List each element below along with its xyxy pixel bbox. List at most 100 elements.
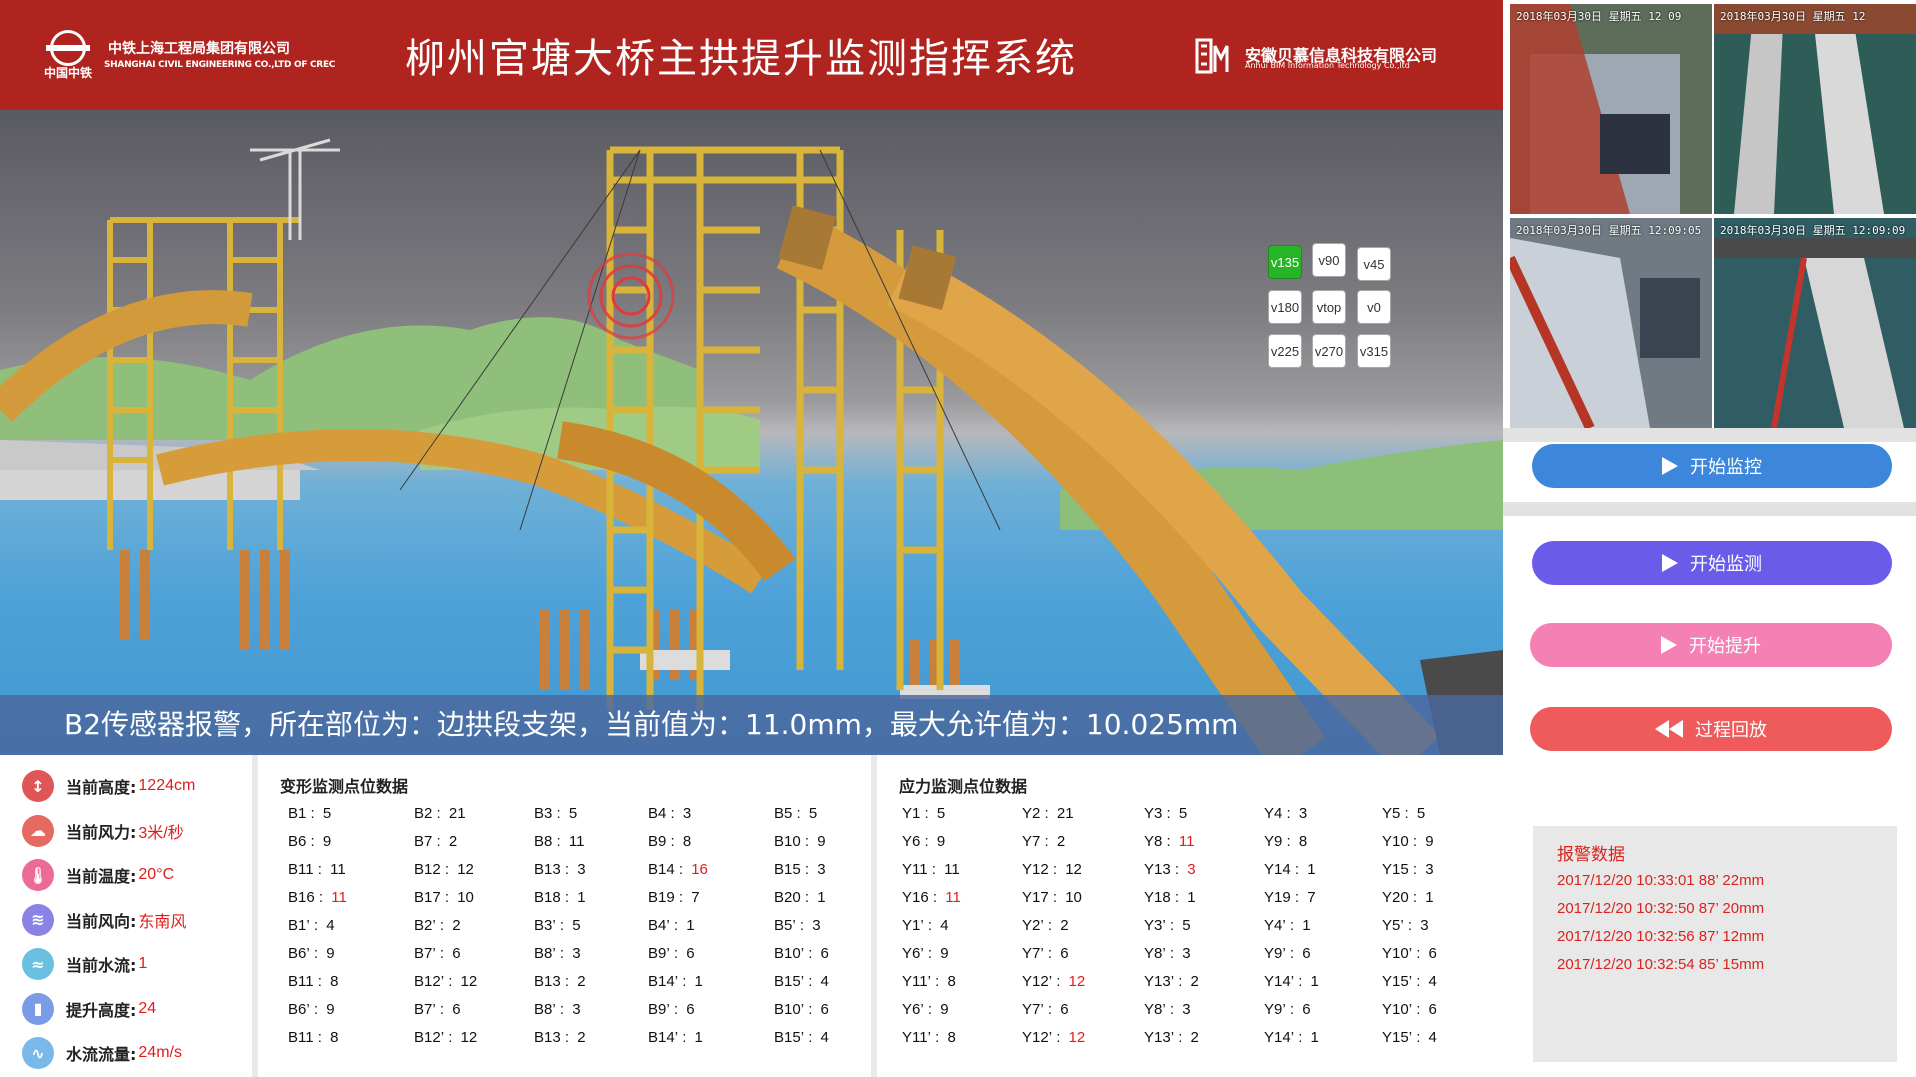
deformation-point: B12’ : 12 bbox=[414, 1029, 478, 1046]
alarm-marker-icon[interactable] bbox=[585, 250, 677, 342]
divider bbox=[1503, 502, 1916, 516]
point-name: Y5 bbox=[1382, 805, 1401, 822]
camera-image bbox=[1510, 4, 1712, 214]
point-value: 9 bbox=[1425, 833, 1434, 850]
point-value: 2 bbox=[1060, 917, 1069, 934]
point-value: 21 bbox=[1056, 805, 1074, 822]
start-monitoring-button[interactable]: 开始监测 bbox=[1532, 541, 1892, 585]
deformation-point: B13 : 2 bbox=[534, 973, 586, 990]
point-name: Y14’ bbox=[1264, 1029, 1295, 1046]
stress-point: Y5 : 5 bbox=[1382, 805, 1426, 822]
camera-feed[interactable]: 2018年03月30日 星期五 12:09:09 bbox=[1714, 218, 1916, 428]
point-value: 11 bbox=[331, 889, 347, 906]
camera-feed[interactable]: 2018年03月30日 星期五 12 bbox=[1714, 4, 1916, 214]
temperature-icon: 🌡 bbox=[22, 859, 54, 891]
stress-point: Y1’ : 4 bbox=[902, 917, 949, 934]
point-value: 6 bbox=[820, 1001, 829, 1018]
view-button-v45[interactable]: v45 bbox=[1357, 247, 1391, 281]
point-value: 9 bbox=[940, 945, 949, 962]
point-name: Y11 bbox=[902, 861, 928, 878]
deformation-point: B11 : 8 bbox=[288, 973, 339, 990]
page-title: 柳州官塘大桥主拱提升监测指挥系统 bbox=[405, 36, 1077, 82]
point-value: 6 bbox=[452, 945, 461, 962]
view-button-v135[interactable]: v135 bbox=[1268, 245, 1302, 279]
deformation-point: B10’ : 6 bbox=[774, 1001, 829, 1018]
view-button-v180[interactable]: v180 bbox=[1268, 290, 1302, 324]
stress-point: Y14 : 1 bbox=[1264, 861, 1316, 878]
stress-point: Y8 : 11 bbox=[1144, 833, 1195, 850]
stress-point: Y10 : 9 bbox=[1382, 833, 1434, 850]
point-name: Y15 bbox=[1382, 861, 1409, 878]
point-value: 3 bbox=[1182, 945, 1191, 962]
start-lift-button[interactable]: 开始提升 bbox=[1530, 623, 1892, 667]
deformation-point: B7’ : 6 bbox=[414, 1001, 461, 1018]
alarm-data-title: 报警数据 bbox=[1557, 845, 1625, 865]
bridge-3d-viewport[interactable]: v135 v90 v45 v180 vtop v0 v225 v270 v315 B2传感器报警… bbox=[0, 110, 1503, 755]
point-name: B7’ bbox=[414, 1001, 436, 1018]
point-value: 1 bbox=[1187, 889, 1196, 906]
camera-feed[interactable]: 2018年03月30日 星期五 12:09:05 bbox=[1510, 218, 1712, 428]
point-value: 5 bbox=[808, 805, 818, 822]
view-button-v315[interactable]: v315 bbox=[1357, 334, 1391, 368]
point-value: 6 bbox=[452, 1001, 461, 1018]
point-value: 2 bbox=[452, 917, 461, 934]
point-name: B6’ bbox=[288, 1001, 310, 1018]
deformation-point: B2 : 21 bbox=[414, 805, 466, 822]
process-replay-button[interactable]: 过程回放 bbox=[1530, 707, 1892, 751]
point-name: B17 bbox=[414, 889, 441, 906]
point-value: 6 bbox=[1428, 945, 1437, 962]
point-name: B4’ bbox=[648, 917, 670, 934]
point-value: 3 bbox=[1298, 805, 1308, 822]
start-monitor-control-button[interactable]: 开始监控 bbox=[1532, 444, 1892, 488]
point-name: B2’ bbox=[414, 917, 436, 934]
point-name: Y9’ bbox=[1264, 945, 1286, 962]
view-button-v270[interactable]: v270 bbox=[1312, 334, 1346, 368]
point-name: B14’ bbox=[648, 973, 679, 990]
app-header: 中国中铁 中铁上海工程局集团有限公司 SHANGHAI CIVIL ENGINE… bbox=[0, 0, 1503, 110]
deformation-title: 变形监测点位数据 bbox=[280, 777, 409, 796]
deformation-point: B14’ : 1 bbox=[648, 973, 703, 990]
point-name: B3 bbox=[534, 805, 553, 822]
stat-row: 🌡 当前温度: 20°C bbox=[22, 858, 174, 892]
stress-point: Y15’ : 4 bbox=[1382, 973, 1437, 990]
point-value: 3 bbox=[1425, 861, 1434, 878]
point-name: B13 bbox=[534, 1029, 561, 1046]
stress-point: Y6 : 9 bbox=[902, 833, 946, 850]
view-button-v90[interactable]: v90 bbox=[1312, 243, 1346, 277]
deformation-point: B3 : 5 bbox=[534, 805, 578, 822]
start-monitoring-label: 开始监测 bbox=[1690, 554, 1762, 575]
point-name: Y9 bbox=[1264, 833, 1283, 850]
deformation-point: B8’ : 3 bbox=[534, 1001, 581, 1018]
company-name: 中铁上海工程局集团有限公司 bbox=[108, 41, 290, 57]
stress-point: Y8’ : 3 bbox=[1144, 1001, 1191, 1018]
stat-value: 24 bbox=[138, 999, 157, 1017]
stress-point: Y4’ : 1 bbox=[1264, 917, 1311, 934]
stress-panel: 应力监测点位数据 Y1 : 5 Y2 : 21 Y3 : 5 Y4 : 3 Y5 : 5… bbox=[877, 755, 1503, 1077]
stat-row: ▮ 提升高度: 24 bbox=[22, 992, 156, 1026]
deformation-panel: 变形监测点位数据 B1 : 5 B2 : 21 B3 : 5 B4 : 3 B5 : 5… bbox=[258, 755, 871, 1077]
deformation-point: B1’ : 4 bbox=[288, 917, 335, 934]
point-name: B9’ bbox=[648, 1001, 670, 1018]
point-value: 6 bbox=[1302, 945, 1311, 962]
view-button-vtop[interactable]: vtop bbox=[1312, 290, 1346, 324]
point-value: 9 bbox=[940, 1001, 949, 1018]
view-button-v225[interactable]: v225 bbox=[1268, 334, 1302, 368]
wind-direction-icon: ≋ bbox=[22, 903, 54, 936]
deformation-point: B11 : 11 bbox=[288, 861, 346, 878]
deformation-point: B6’ : 9 bbox=[288, 1001, 335, 1018]
point-value: 8 bbox=[1298, 833, 1308, 850]
view-button-v0[interactable]: v0 bbox=[1357, 290, 1391, 324]
point-name: Y12’ bbox=[1022, 1029, 1053, 1046]
stress-point: Y6’ : 9 bbox=[902, 1001, 949, 1018]
point-value: 1 bbox=[817, 889, 826, 906]
point-name: Y6’ bbox=[902, 1001, 924, 1018]
point-value: 5 bbox=[1178, 805, 1188, 822]
stress-point: Y12’ : 12 bbox=[1022, 1029, 1086, 1046]
play-icon bbox=[1661, 636, 1677, 654]
camera-image bbox=[1714, 4, 1916, 214]
deformation-point: B16 : 11 bbox=[288, 889, 347, 906]
alarm-row: 2017/12/20 10:33:01 88’ 22mm bbox=[1557, 872, 1765, 889]
point-value: 3 bbox=[572, 1001, 581, 1018]
camera-feed[interactable]: 2018年03月30日 星期五 12 09 bbox=[1510, 4, 1712, 214]
point-name: B1’ bbox=[288, 917, 310, 934]
